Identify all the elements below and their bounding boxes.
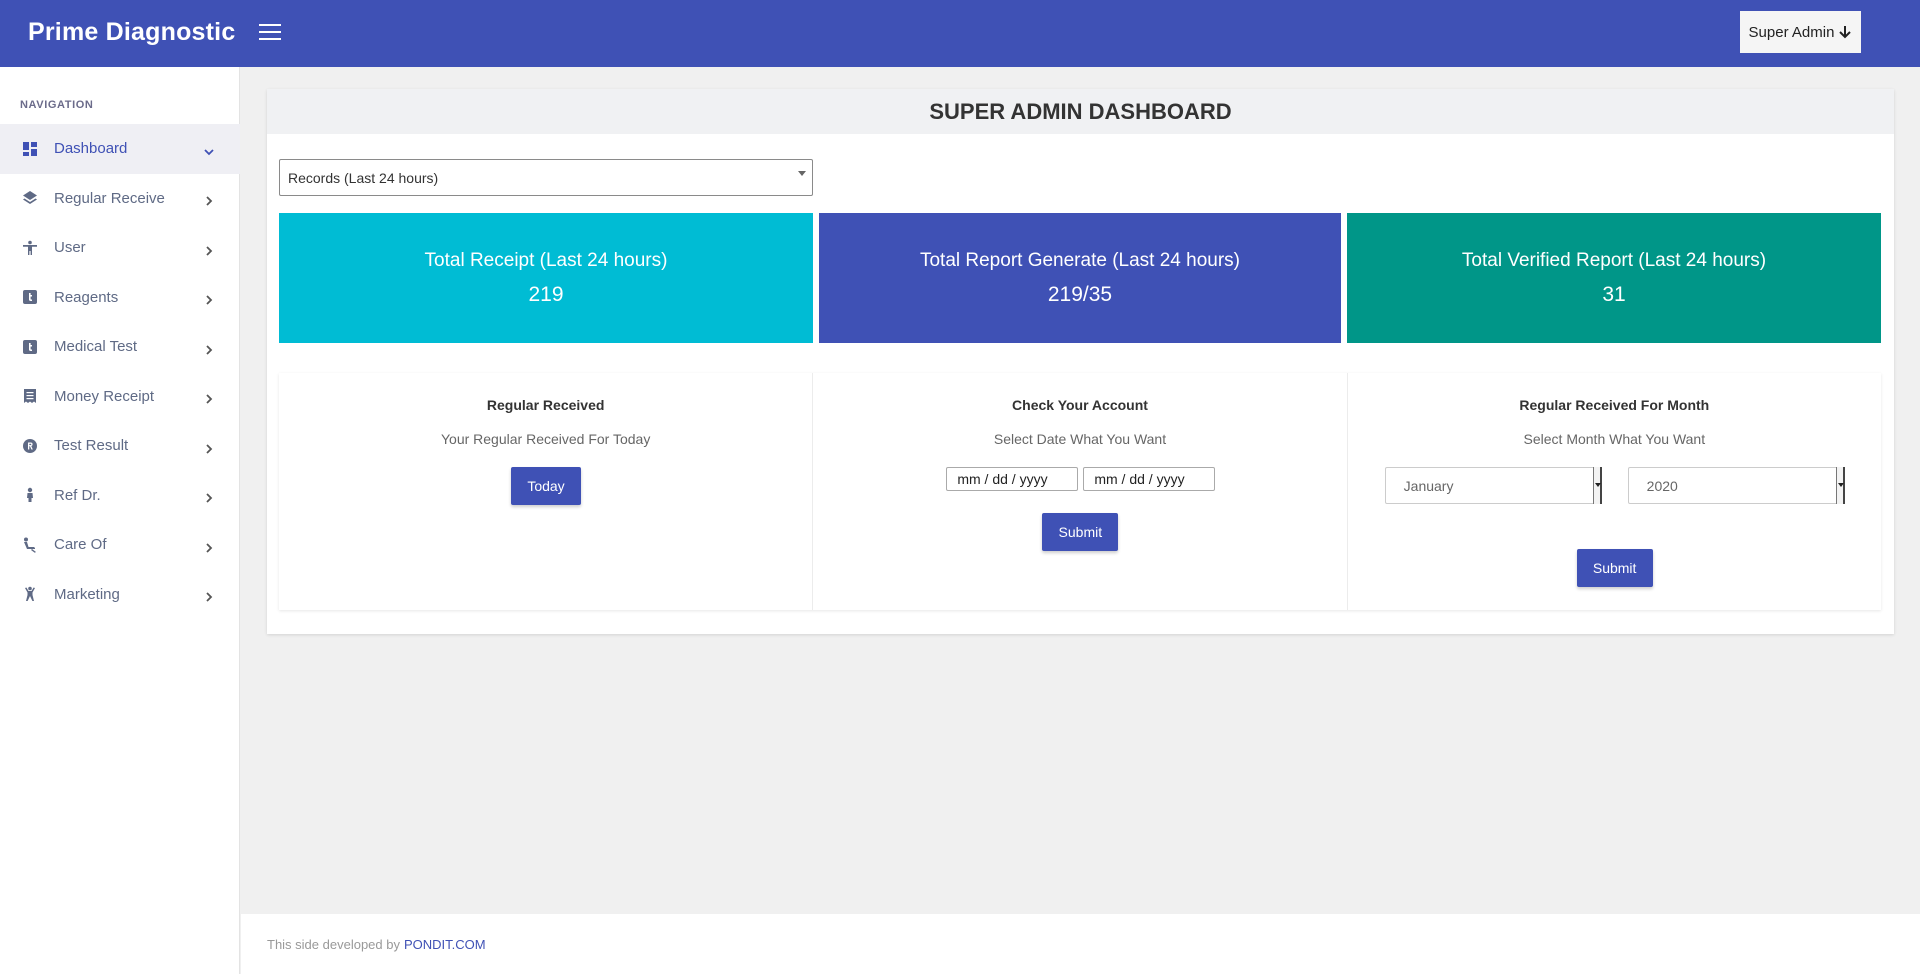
- month-submit-button[interactable]: Submit: [1576, 549, 1653, 587]
- year-select[interactable]: 2020: [1627, 467, 1845, 504]
- nav-list: Dashboard Regular Receive User Reagents …: [0, 124, 240, 619]
- chevron-down-icon: [204, 144, 214, 156]
- chevron-right-icon: [204, 243, 214, 256]
- chevron-right-icon: [204, 441, 214, 454]
- top-bar: Prime Diagnostic Super Admin: [0, 0, 1920, 67]
- records-range-value: Records (Last 24 hours): [288, 169, 439, 186]
- sidebar-item-marketing[interactable]: Marketing: [0, 570, 240, 620]
- sidebar-item-label: Reagents: [54, 288, 119, 306]
- stat-value: 219: [528, 282, 564, 306]
- sidebar-item-label: Medical Test: [54, 338, 138, 356]
- sidebar-item-label: Regular Receive: [54, 189, 165, 207]
- sidebar-item-care-of[interactable]: Care Of: [0, 520, 240, 570]
- tumblr-icon: [22, 339, 38, 355]
- chevron-right-icon: [204, 540, 214, 553]
- sidebar-item-label: Ref Dr.: [54, 486, 101, 504]
- stat-value: 219/35: [1047, 282, 1113, 306]
- menu-toggle-icon[interactable]: [259, 24, 281, 42]
- panel-title: Regular Received: [486, 397, 605, 413]
- tumblr-icon: [22, 289, 38, 305]
- sidebar-item-label: User: [54, 239, 86, 257]
- sidebar-item-user[interactable]: User: [0, 223, 240, 273]
- records-range-select[interactable]: Records (Last 24 hours): [279, 159, 813, 196]
- accessibility-icon: [22, 240, 38, 256]
- today-button[interactable]: Today: [511, 467, 581, 505]
- select-arrow-icon: [1592, 467, 1602, 504]
- action-panels: Regular Received Your Regular Received F…: [279, 373, 1881, 610]
- seat-icon: [22, 537, 38, 553]
- panel-regular-received: Regular Received Your Regular Received F…: [279, 373, 814, 610]
- footer-link[interactable]: PONDIT.COM: [404, 937, 486, 952]
- app-brand[interactable]: Prime Diagnostic: [28, 18, 235, 47]
- chevron-right-icon: [204, 391, 214, 404]
- panel-title: Regular Received For Month: [1519, 397, 1710, 413]
- stat-card-total-report-generate: Total Report Generate (Last 24 hours) 21…: [819, 213, 1341, 343]
- panel-regular-received-month: Regular Received For Month Select Month …: [1348, 373, 1881, 610]
- sidebar-item-dashboard[interactable]: Dashboard: [0, 124, 240, 174]
- footer-text: This side developed by: [267, 936, 400, 952]
- select-arrow-icon: [1835, 467, 1845, 504]
- panel-subtitle: Select Date What You Want: [993, 431, 1167, 447]
- date-to-input[interactable]: mm / dd / yyyy: [1083, 467, 1216, 491]
- sidebar-item-label: Money Receipt: [54, 387, 155, 405]
- user-menu-label: Super Admin: [1748, 23, 1835, 41]
- sidebar-item-label: Marketing: [54, 585, 120, 603]
- year-select-value: 2020: [1646, 477, 1678, 494]
- stat-title: Total Report Generate (Last 24 hours): [919, 249, 1240, 271]
- sidebar-item-label: Dashboard: [54, 140, 128, 158]
- receipt-icon: [22, 388, 38, 404]
- date-from-input[interactable]: mm / dd / yyyy: [946, 467, 1079, 491]
- stat-card-total-verified-report: Total Verified Report (Last 24 hours) 31: [1347, 213, 1881, 343]
- chevron-right-icon: [204, 342, 214, 355]
- dashboard-icon: [22, 141, 38, 157]
- sidebar-item-medical-test[interactable]: Medical Test: [0, 322, 240, 372]
- arrow-down-icon: [1839, 26, 1852, 39]
- person-icon: [22, 487, 38, 503]
- layers-icon: [22, 190, 38, 206]
- month-select-value: January: [1403, 477, 1454, 494]
- sidebar: NAVIGATION Dashboard Regular Receive Use…: [0, 67, 240, 974]
- chevron-right-icon: [204, 193, 214, 206]
- human-icon: [22, 586, 38, 602]
- stat-title: Total Receipt (Last 24 hours): [424, 249, 668, 271]
- nav-heading: NAVIGATION: [20, 99, 94, 111]
- page-title: SUPER ADMIN DASHBOARD: [267, 89, 1894, 134]
- sidebar-item-reagents[interactable]: Reagents: [0, 273, 240, 323]
- sidebar-item-test-result[interactable]: Test Result: [0, 421, 240, 471]
- panel-subtitle: Select Month What You Want: [1523, 431, 1706, 447]
- chevron-right-icon: [204, 490, 214, 503]
- user-menu-button[interactable]: Super Admin: [1740, 11, 1861, 53]
- sidebar-item-label: Test Result: [54, 437, 129, 455]
- sidebar-item-regular-receive[interactable]: Regular Receive: [0, 174, 240, 224]
- stat-title: Total Verified Report (Last 24 hours): [1461, 249, 1767, 271]
- stat-value: 31: [1602, 282, 1626, 306]
- dashboard-card: SUPER ADMIN DASHBOARD Records (Last 24 h…: [267, 89, 1894, 634]
- sidebar-item-label: Care Of: [54, 536, 107, 554]
- registered-icon: [22, 438, 38, 454]
- account-submit-button[interactable]: Submit: [1042, 513, 1119, 551]
- sidebar-item-ref-dr[interactable]: Ref Dr.: [0, 471, 240, 521]
- chevron-right-icon: [204, 292, 214, 305]
- month-select[interactable]: January: [1384, 467, 1602, 504]
- chevron-right-icon: [204, 589, 214, 602]
- panel-subtitle: Your Regular Received For Today: [440, 431, 651, 447]
- sidebar-item-money-receipt[interactable]: Money Receipt: [0, 372, 240, 422]
- footer: This side developed by PONDIT.COM: [241, 914, 1920, 974]
- stat-card-total-receipt: Total Receipt (Last 24 hours) 219: [279, 213, 813, 343]
- panel-check-account: Check Your Account Select Date What You …: [813, 373, 1348, 610]
- caret-down-icon: [798, 171, 806, 176]
- panel-title: Check Your Account: [1012, 397, 1148, 413]
